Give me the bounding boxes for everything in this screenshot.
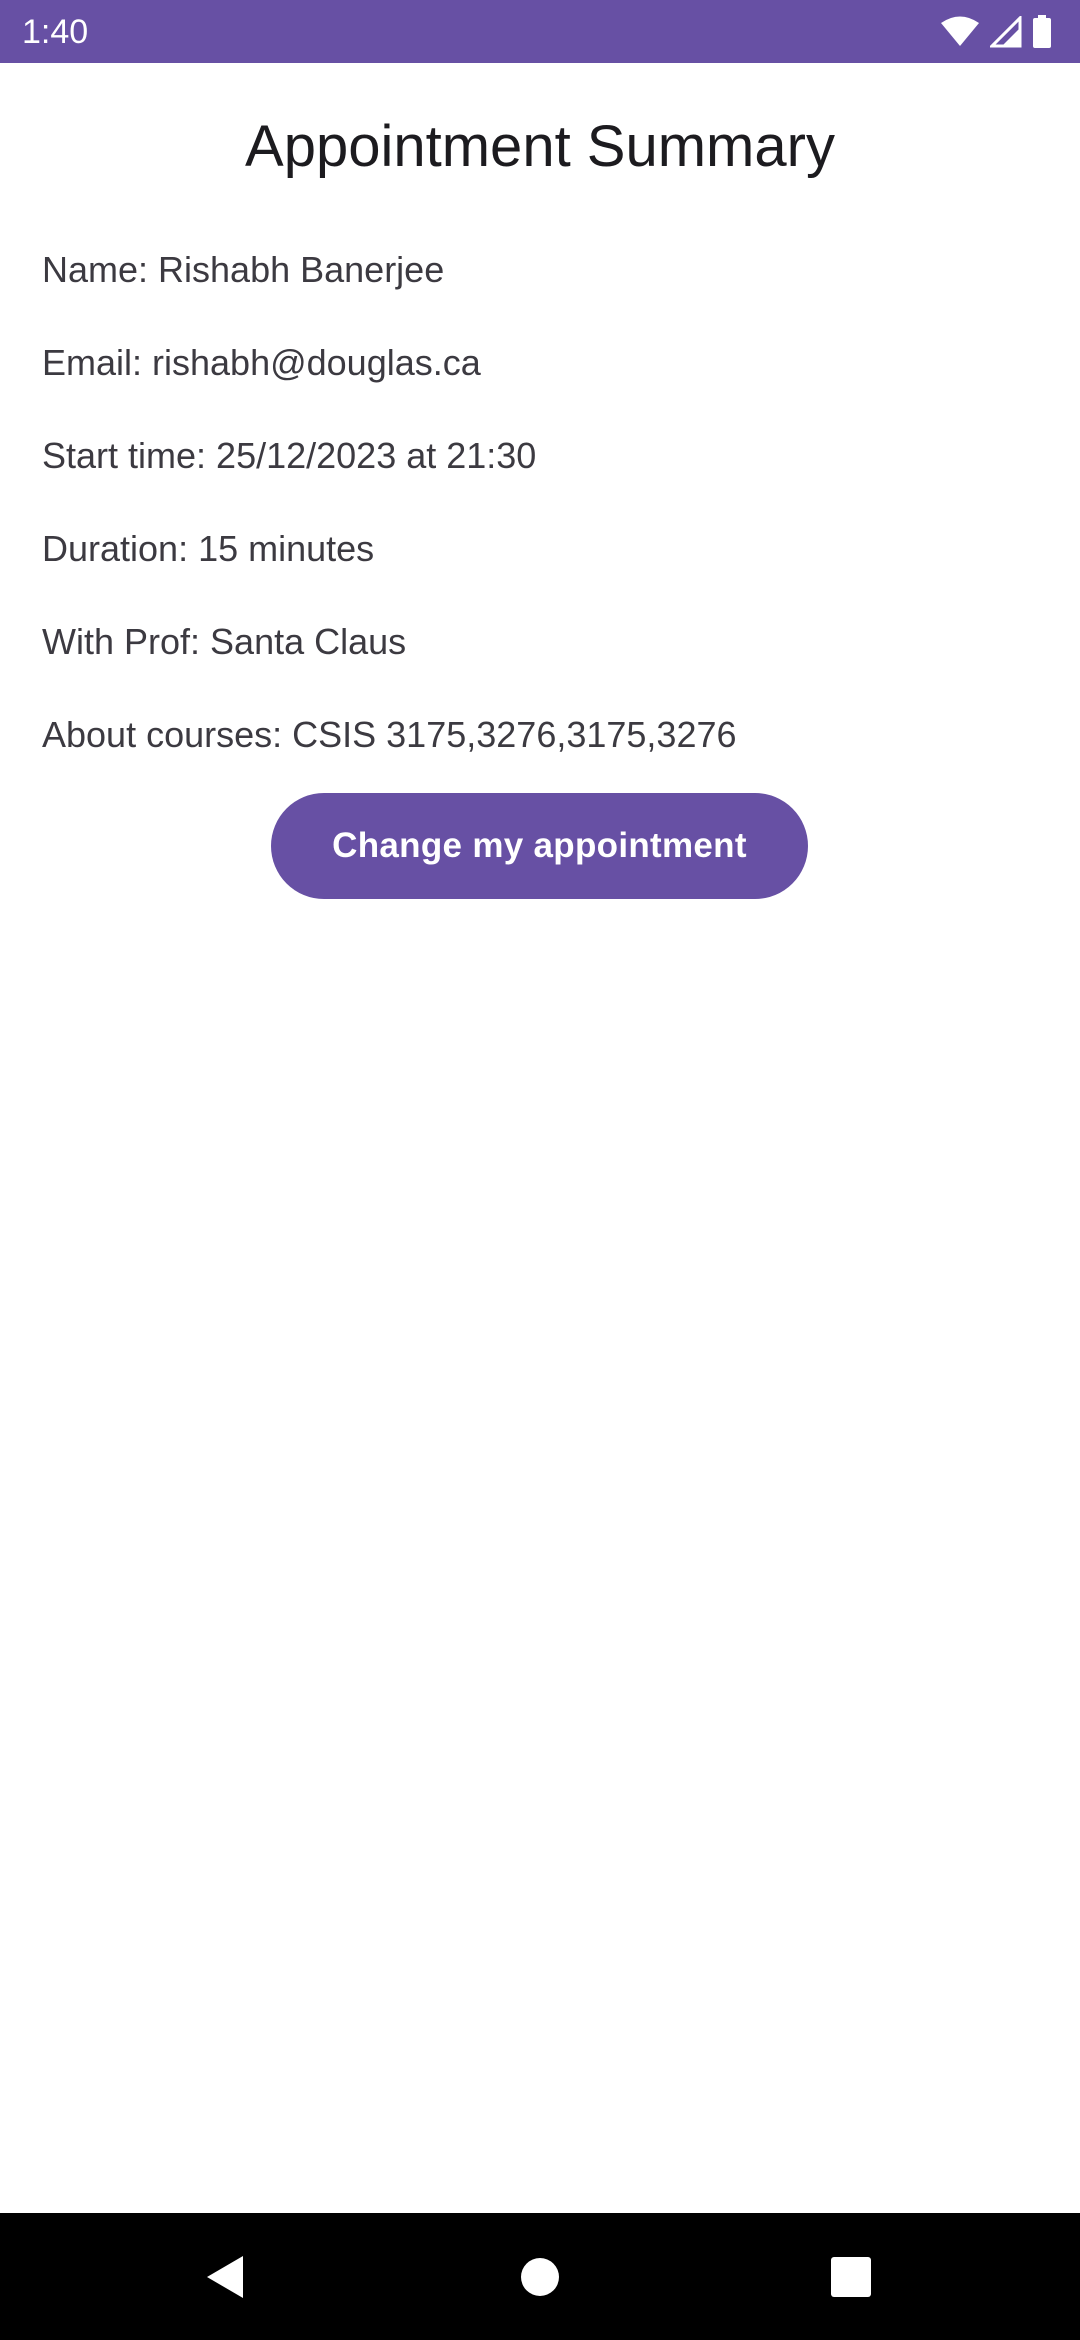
wifi-icon	[940, 16, 980, 48]
recents-icon	[831, 2256, 871, 2297]
battery-icon	[1032, 15, 1052, 49]
back-icon	[203, 2254, 247, 2300]
appointment-summary-screen: Appointment Summary Name: Rishabh Banerj…	[0, 63, 1080, 2213]
recents-button[interactable]	[781, 2213, 921, 2340]
home-icon	[520, 2257, 560, 2297]
professor-detail: With Prof: Santa Claus	[42, 621, 407, 662]
status-time: 1:40	[22, 13, 89, 51]
status-bar: 1:40	[0, 0, 1080, 63]
status-icons	[940, 14, 1052, 50]
home-button[interactable]	[470, 2213, 610, 2340]
name-detail: Name: Rishabh Banerjee	[42, 249, 445, 290]
navigation-bar	[0, 2213, 1080, 2340]
email-detail: Email: rishabh@douglas.ca	[42, 342, 481, 383]
change-appointment-button[interactable]: Change my appointment	[271, 793, 808, 899]
duration-detail: Duration: 15 minutes	[42, 528, 375, 569]
cellular-signal-icon	[990, 16, 1022, 48]
back-button[interactable]	[155, 2213, 295, 2340]
page-title: Appointment Summary	[245, 114, 835, 179]
start-time-detail: Start time: 25/12/2023 at 21:30	[42, 435, 537, 476]
courses-detail: About courses: CSIS 3175,3276,3175,3276	[42, 714, 737, 755]
